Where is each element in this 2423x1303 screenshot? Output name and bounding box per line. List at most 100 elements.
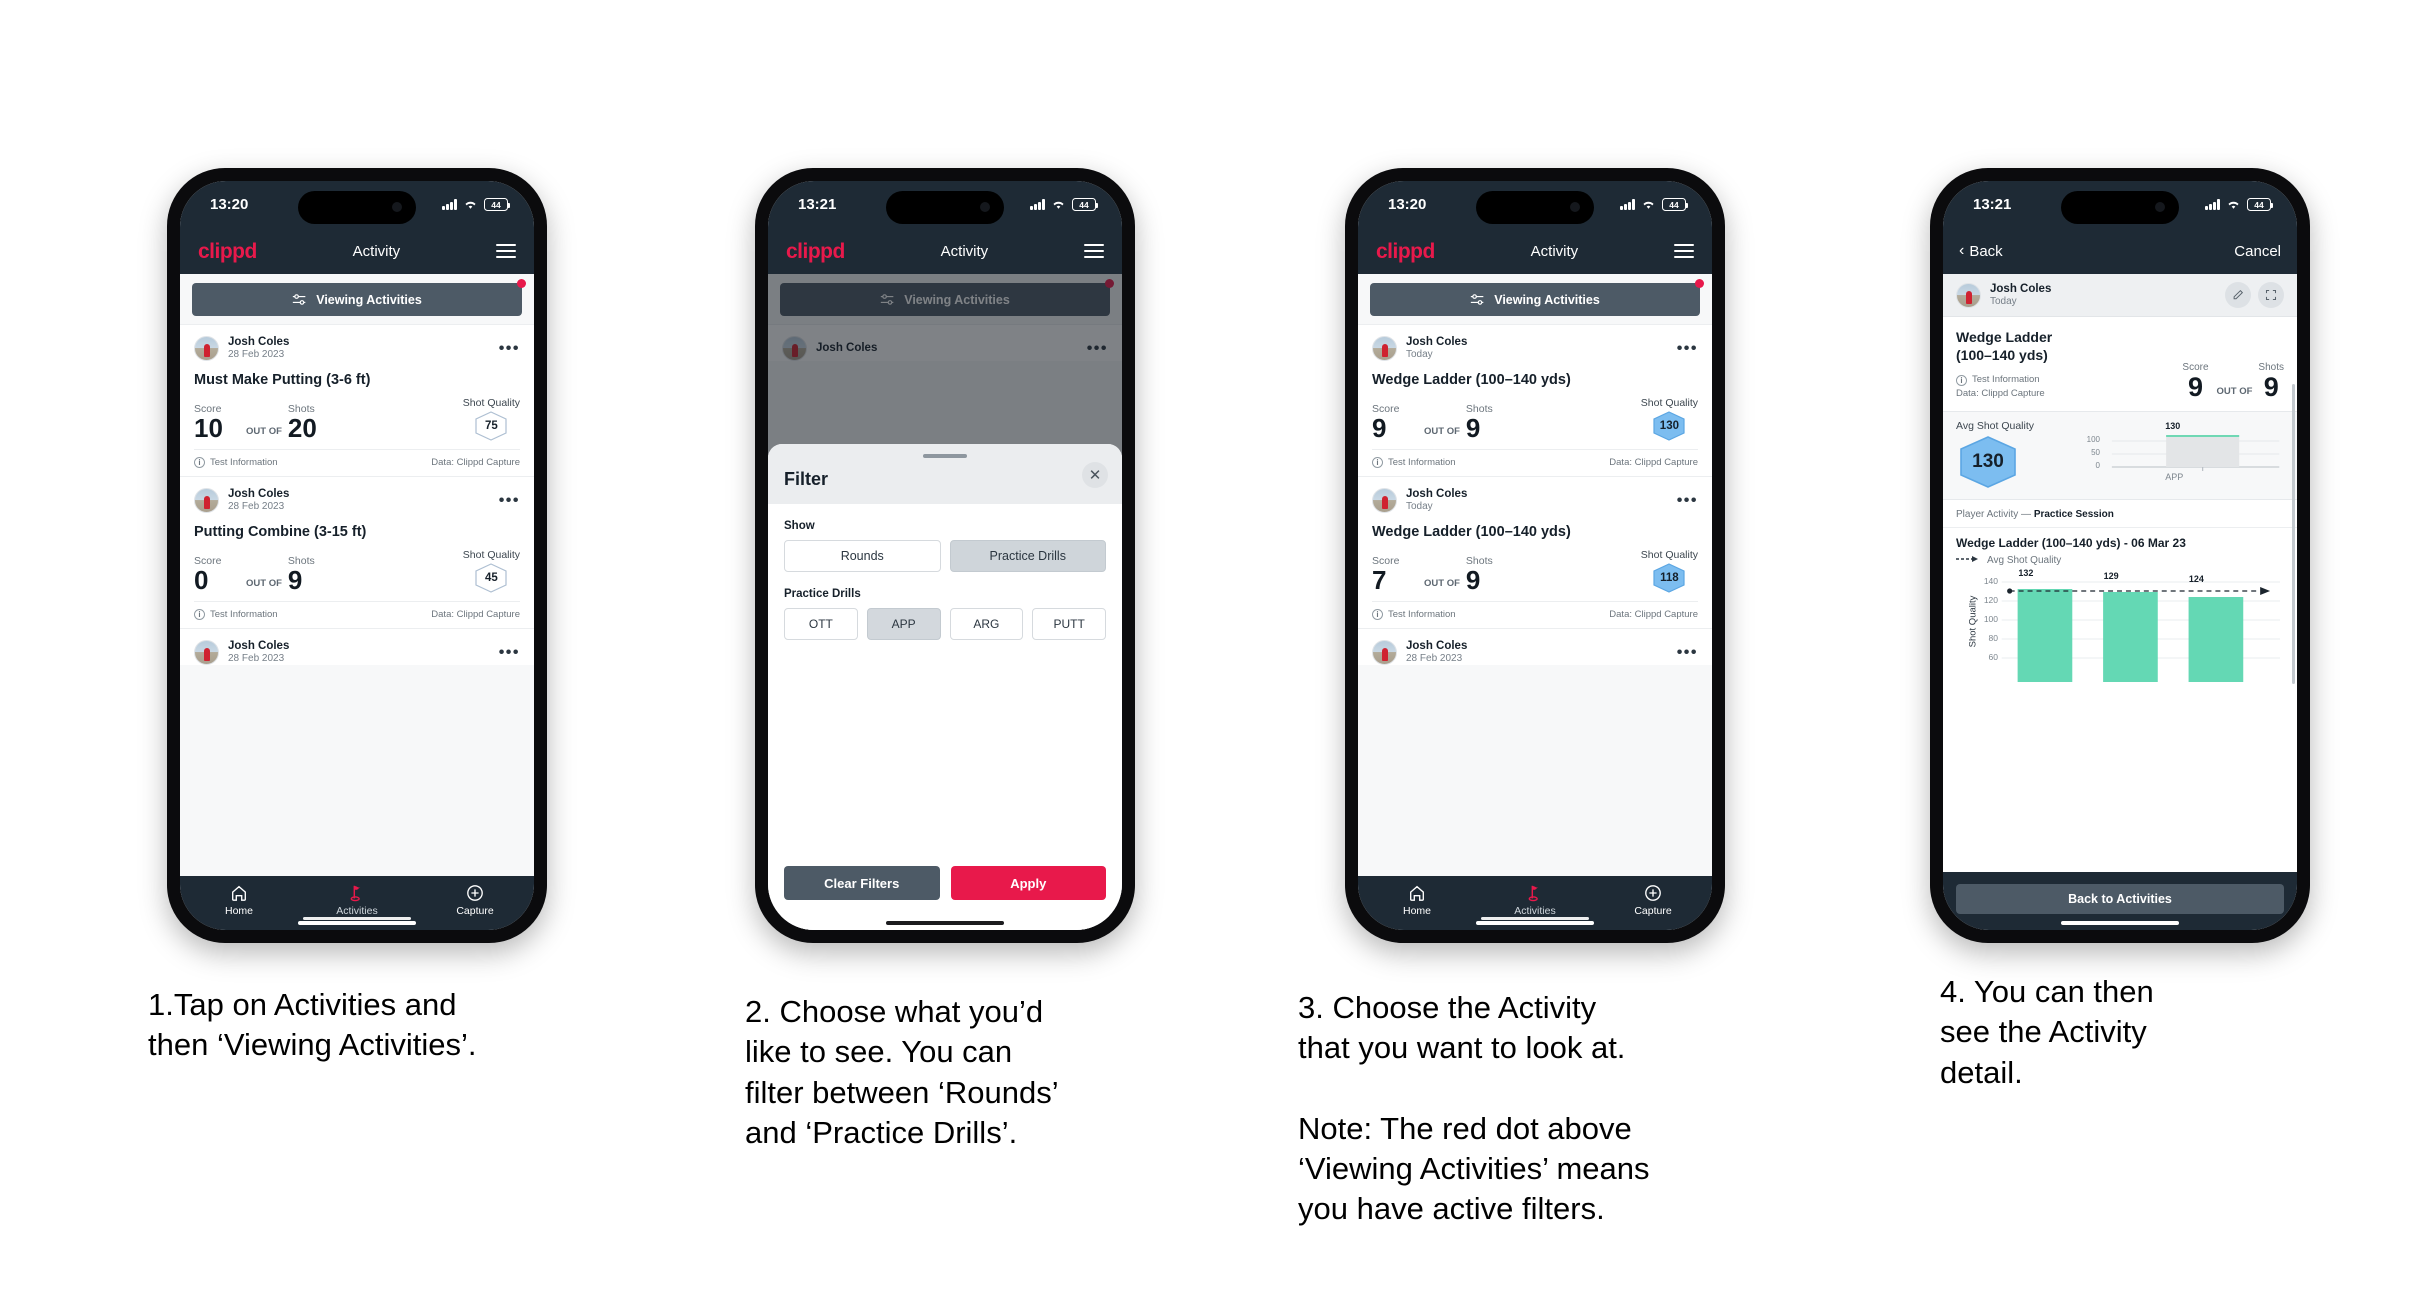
shot-quality-value: 118 (1660, 572, 1679, 584)
golf-flag-icon (298, 883, 416, 902)
sheet-grabber[interactable] (923, 454, 967, 458)
card-title: Putting Combine (3-15 ft) (194, 524, 367, 540)
active-filters-dot (1695, 279, 1704, 288)
phone-filter-sheet: 13:21 44 clippd Activity Filter ✕ Show R… (755, 168, 1135, 943)
card-more-menu-icon[interactable]: ••• (499, 492, 520, 509)
drill-chip-putt[interactable]: PUTT (1032, 608, 1106, 640)
pencil-icon[interactable] (2225, 282, 2251, 308)
hamburger-icon[interactable] (1673, 244, 1694, 258)
out-of-label: OUT OF (1424, 578, 1460, 589)
data-source-label: Data: Clippd Capture (431, 609, 520, 620)
viewing-activities-button[interactable]: Viewing Activities (1370, 279, 1704, 316)
phone-activities-list: 13:20 44 clippd Activity Viewing Activit… (167, 168, 547, 943)
bottom-tab-bar: Home Activities Capture (180, 876, 534, 930)
shot-quality-value: 45 (484, 572, 498, 584)
clear-filters-button[interactable]: Clear Filters (784, 866, 940, 900)
session-title: Wedge Ladder (100–140 yds) - 06 Mar 23 (1956, 535, 2186, 550)
player-activity-prefix: Player Activity — (1956, 508, 2032, 520)
avatar (1956, 282, 1981, 308)
card-more-menu-icon[interactable]: ••• (499, 644, 520, 661)
wifi-icon (1641, 199, 1656, 210)
tab-capture[interactable]: Capture (416, 883, 534, 917)
score-value: 10 (194, 413, 223, 443)
back-label: Back (1969, 242, 2003, 260)
session-shot-quality-chart: 140 120 100 80 60 Shot Quality 132 129 1… (1956, 568, 2284, 682)
card-more-menu-icon[interactable]: ••• (1677, 492, 1698, 509)
activity-card[interactable]: Josh Coles 28 Feb 2023 ••• Must Make Put… (180, 324, 534, 476)
activity-feed: Viewing Activities Josh Coles Today ••• … (1358, 274, 1712, 876)
caption-step-3: 3. Choose the Activity that you want to … (1298, 990, 1650, 1227)
activity-card[interactable]: Josh Coles 28 Feb 2023 ••• (1358, 628, 1712, 665)
close-icon[interactable]: ✕ (1082, 462, 1108, 488)
show-option-practice-drills[interactable]: Practice Drills (949, 540, 1106, 572)
app-header: clippd Activity (768, 228, 1122, 274)
shots-value: 9 (1465, 413, 1481, 443)
apply-button[interactable]: Apply (950, 866, 1106, 900)
expand-icon[interactable] (2258, 282, 2284, 308)
hamburger-icon[interactable] (1083, 244, 1104, 258)
activity-card[interactable]: Josh Coles 28 Feb 2023 ••• (180, 628, 534, 665)
card-more-menu-icon[interactable]: ••• (1677, 644, 1698, 661)
card-date: 28 Feb 2023 (228, 349, 285, 361)
mini-chart-xtick-app: APP (2165, 471, 2184, 482)
mini-chart-bar-label: 130 (2165, 420, 2181, 431)
detail-user-date: Today (1990, 295, 2017, 307)
back-button[interactable]: ‹ Back (1959, 243, 2003, 260)
status-time: 13:20 (210, 196, 249, 213)
detail-footer: Back to Activities (1943, 872, 2297, 930)
tab-capture[interactable]: Capture (1594, 883, 1712, 917)
card-more-menu-icon[interactable]: ••• (499, 340, 520, 357)
home-indicator (298, 921, 416, 925)
chevron-left-icon: ‹ (1959, 242, 1965, 259)
cancel-button[interactable]: Cancel (2234, 243, 2281, 260)
tutorial-board: 13:20 44 clippd Activity Viewing Activit… (0, 0, 2423, 1303)
player-activity-row: Player Activity — Practice Session (1943, 498, 2297, 527)
card-more-menu-icon[interactable]: ••• (1677, 340, 1698, 357)
score-value: 0 (194, 565, 209, 595)
back-to-activities-button[interactable]: Back to Activities (1956, 884, 2284, 914)
page-title: Activity (1530, 242, 1579, 260)
avg-shot-quality-mini-chart: 100 50 0 130 APP (2060, 420, 2284, 485)
tab-activities[interactable]: Activities (298, 883, 416, 917)
scrollbar-thumb[interactable] (2292, 384, 2295, 684)
detail-score-value: 9 (2187, 372, 2203, 403)
activity-card[interactable]: Josh Coles Today ••• Wedge Ladder (100–1… (1358, 476, 1712, 628)
cellular-signal-icon (442, 199, 457, 210)
drill-chip-arg[interactable]: ARG (949, 608, 1024, 640)
home-icon (180, 883, 298, 902)
data-source-label: Data: Clippd Capture (431, 457, 520, 468)
golf-flag-icon (1476, 883, 1594, 902)
notch (298, 191, 416, 224)
tab-home[interactable]: Home (180, 883, 298, 917)
detail-shots-value: 9 (2263, 372, 2279, 403)
page-title: Activity (940, 242, 989, 260)
chart-bar-label-3: 124 (2188, 573, 2204, 584)
activity-card[interactable]: Josh Coles 28 Feb 2023 ••• Putting Combi… (180, 476, 534, 628)
card-date: 28 Feb 2023 (228, 501, 285, 513)
activity-card[interactable]: Josh Coles Today ••• Wedge Ladder (100–1… (1358, 324, 1712, 476)
info-icon: i (1372, 457, 1383, 468)
battery-indicator: 44 (484, 198, 511, 211)
active-tab-indicator (303, 917, 411, 920)
avg-shot-quality-hexagon: 130 (1958, 435, 2018, 489)
home-indicator (1476, 921, 1594, 925)
app-header: clippd Activity (1358, 228, 1712, 274)
tab-home[interactable]: Home (1358, 883, 1476, 917)
detail-summary: Wedge Ladder (100–140 yds) i Test Inform… (1943, 317, 2297, 411)
tab-activities[interactable]: Activities (1476, 883, 1594, 917)
status-time: 13:20 (1388, 196, 1427, 213)
out-of-label: OUT OF (1424, 426, 1460, 437)
hamburger-icon[interactable] (495, 244, 516, 258)
drill-chip-ott[interactable]: OTT (784, 608, 858, 640)
legend-dashed-marker-icon (1956, 555, 1982, 566)
detail-title: Wedge Ladder (100–140 yds) (1956, 329, 2053, 363)
drill-chip-app[interactable]: APP (866, 608, 941, 640)
wifi-icon (1051, 199, 1066, 210)
show-option-rounds[interactable]: Rounds (784, 540, 941, 572)
notch (2061, 191, 2179, 224)
home-icon (1358, 883, 1476, 902)
viewing-activities-button[interactable]: Viewing Activities (192, 279, 526, 316)
cellular-signal-icon (2205, 199, 2220, 210)
shot-quality-value: 75 (484, 420, 498, 432)
info-icon: i (194, 609, 205, 620)
